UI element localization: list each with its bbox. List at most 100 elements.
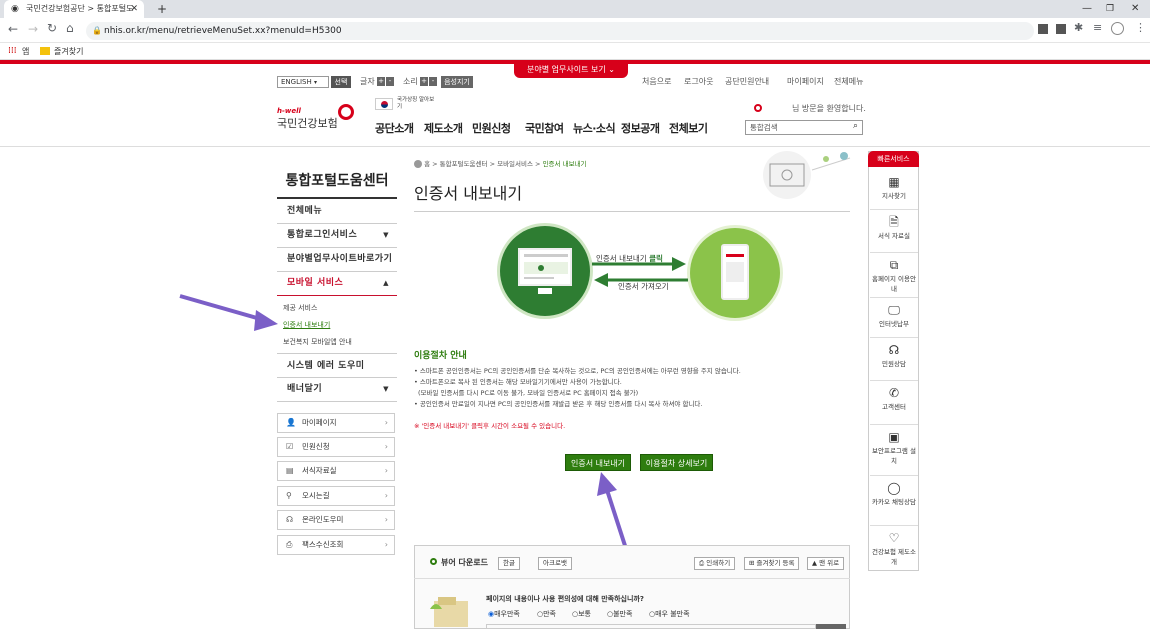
- browser-tab-bar: ◉ 국민건강보험공단 > 통합포털도 ✕ + — ❐ ✕: [0, 0, 1150, 18]
- gnb-civil[interactable]: 민원신청: [472, 120, 511, 136]
- flag-icon: [375, 98, 393, 110]
- logo-icon: [338, 104, 354, 120]
- quick-fax[interactable]: ⎙ 팩스수신조회 ›: [277, 535, 395, 555]
- survey-option-very-dissatisfied[interactable]: ○매우 불만족: [649, 609, 690, 619]
- quick-consult[interactable]: ☊ 민원상담: [870, 338, 918, 381]
- sub-item-service[interactable]: 제공 서비스: [283, 303, 317, 313]
- text-minus-icon[interactable]: -: [386, 77, 394, 86]
- survey-option-dissatisfied[interactable]: ○불만족: [607, 609, 632, 619]
- link-home[interactable]: 처음으로: [642, 76, 671, 88]
- sound-minus-icon[interactable]: -: [429, 77, 437, 86]
- breadcrumb-portal[interactable]: 통합포털도움센터: [440, 160, 488, 168]
- maximize-icon[interactable]: ❐: [1106, 0, 1114, 18]
- viewer-acrobat-button[interactable]: 아크로뱃: [538, 557, 572, 570]
- survey-submit-button[interactable]: [816, 624, 846, 629]
- viewer-hangul-button[interactable]: 한글: [498, 557, 520, 570]
- bookmark-favorites[interactable]: 즐겨찾기: [54, 43, 83, 60]
- sub-item-welfare-app[interactable]: 보건복지 모바일앱 안내: [283, 337, 352, 347]
- forward-icon[interactable]: →: [28, 22, 38, 36]
- reload-icon[interactable]: ↻: [47, 21, 57, 35]
- gnb-public-info[interactable]: 정보공개: [621, 120, 660, 136]
- reading-list-icon[interactable]: ≡: [1093, 21, 1102, 34]
- survey-option-label: 보통: [578, 610, 591, 618]
- voice-button[interactable]: 음성지기: [441, 76, 473, 88]
- home-icon[interactable]: ⌂: [66, 21, 74, 35]
- quick-mypage[interactable]: 👤 마이페이지 ›: [277, 413, 395, 433]
- text-plus-icon[interactable]: +: [377, 77, 385, 86]
- viewer-title: 뷰어 다운로드: [441, 558, 488, 567]
- sidebar-item-business[interactable]: 분야별업무사이트바로가기: [277, 247, 397, 272]
- link-logout[interactable]: 로그아웃: [684, 76, 713, 88]
- language-select-button[interactable]: 선택: [331, 76, 351, 88]
- menu-icon[interactable]: ⋮: [1135, 21, 1146, 34]
- business-site-button[interactable]: 분야별 업무사이트 보기 ⌄: [514, 62, 628, 78]
- survey-option-very-satisfied[interactable]: ◉매우만족: [488, 609, 520, 619]
- sidebar-item-error-help[interactable]: 시스템 에러 도우미: [277, 353, 397, 378]
- page-title: 인증서 내보내기: [414, 184, 523, 203]
- survey-option-satisfied[interactable]: ○만족: [537, 609, 556, 619]
- browser-tab[interactable]: ◉ 국민건강보험공단 > 통합포털도 ✕: [4, 0, 144, 18]
- bookmark-apps[interactable]: 앱: [22, 43, 29, 60]
- quick-civil[interactable]: ☑ 민원신청 ›: [277, 437, 395, 457]
- top-label: 맨 위로: [819, 559, 840, 567]
- window-close-icon[interactable]: ✕: [1131, 0, 1139, 18]
- minimize-icon[interactable]: —: [1082, 0, 1092, 18]
- gnb-view-all[interactable]: 전체보기: [669, 120, 708, 136]
- sidebar-item-all-menu[interactable]: 전체메뉴: [277, 199, 397, 224]
- sound-plus-icon[interactable]: +: [420, 77, 428, 86]
- gnb-about[interactable]: 공단소개: [375, 120, 414, 136]
- pages-icon: ⧉: [889, 258, 899, 272]
- sidebar-item-login[interactable]: 통합로그인서비스 ▼: [277, 223, 397, 248]
- quick-insurance-system[interactable]: ♡ 건강보험 제도소개: [870, 526, 918, 571]
- extension-icon[interactable]: [1038, 24, 1048, 34]
- print-button[interactable]: ⎙ 인쇄하기: [694, 557, 736, 570]
- procedure-detail-button[interactable]: 이용절차 상세보기: [640, 454, 713, 471]
- favorite-button[interactable]: ⊞ 즐겨찾기 등록: [744, 557, 800, 570]
- breadcrumb-home[interactable]: 홈: [424, 160, 430, 168]
- bookmark-icon: ⊞: [749, 559, 755, 567]
- apps-icon[interactable]: ⁞⁞⁞: [8, 43, 17, 60]
- quick-security-program[interactable]: ▣ 보안프로그램 설치: [870, 425, 918, 476]
- quick-customer-center[interactable]: ✆ 고객센터: [870, 381, 918, 425]
- puzzle-icon[interactable]: ✱: [1074, 21, 1083, 34]
- export-cert-button[interactable]: 인증서 내보내기: [565, 454, 631, 471]
- folder-icon: [40, 47, 50, 55]
- quick-branch[interactable]: ▦ 지사찾기: [870, 170, 918, 210]
- top-button[interactable]: ▲ 맨 위로: [807, 557, 845, 570]
- link-civil-guide[interactable]: 공단민원안내: [725, 76, 769, 88]
- phone-circle: [690, 228, 780, 318]
- back-icon[interactable]: ←: [8, 22, 18, 36]
- quick-online-help[interactable]: ☊ 온라인도우미 ›: [277, 510, 395, 530]
- quick-directions[interactable]: ⚲ 오시는길 ›: [277, 486, 395, 506]
- quick-kakao-chat[interactable]: ◯ 카카오 채팅상담: [870, 476, 918, 526]
- survey-option-normal[interactable]: ○보통: [572, 609, 591, 619]
- quick-internet-pay[interactable]: 🖵 인터넷납부: [870, 298, 918, 338]
- language-select[interactable]: ENGLISH ▾: [277, 76, 329, 88]
- gnb-news[interactable]: 뉴스·소식: [573, 120, 616, 136]
- sidebar-item-mobile[interactable]: 모바일 서비스 ▲: [277, 271, 397, 296]
- quick-forms[interactable]: ▤ 서식자료실 ›: [277, 461, 395, 481]
- gnb-system[interactable]: 제도소개: [424, 120, 463, 136]
- sidebar-item-banner[interactable]: 배너달기 ▼: [277, 377, 397, 402]
- search-icon[interactable]: ⌕: [853, 121, 858, 131]
- gnb-participation[interactable]: 국민참여: [525, 120, 564, 136]
- note-text: 공인인증서 만료일이 지나면 PC의 공인인증서를 재발급 받은 후 해당 인증…: [419, 400, 703, 408]
- quick-right-label: 보안프로그램 설치: [872, 447, 916, 465]
- breadcrumb-mobile[interactable]: 모바일서비스: [497, 160, 533, 168]
- close-icon[interactable]: ✕: [130, 0, 138, 18]
- profile-avatar[interactable]: [1111, 22, 1124, 35]
- new-tab-button[interactable]: +: [157, 0, 167, 18]
- survey-comment-input[interactable]: [486, 624, 816, 629]
- quick-forms-right[interactable]: 🗎 서식 자료실: [870, 210, 918, 253]
- sub-item-export-cert[interactable]: 인증서 내보내기: [283, 320, 330, 330]
- search-input[interactable]: 통합검색 ⌕: [745, 120, 863, 135]
- quick-homepage-guide[interactable]: ⧉ 홈페이지 이용안내: [870, 253, 918, 298]
- extension-s-icon[interactable]: [1056, 24, 1066, 34]
- lock-icon: 🔒: [92, 26, 102, 35]
- document-search-icon: 🗎: [889, 215, 899, 229]
- address-bar[interactable]: 🔒 nhis.or.kr/menu/retrieveMenuSet.xx?men…: [86, 22, 1034, 40]
- link-all-menu[interactable]: 전체메뉴: [834, 76, 863, 88]
- language-value: ENGLISH: [281, 78, 312, 86]
- viewer-hangul-label: 한글: [503, 559, 515, 567]
- link-mypage[interactable]: 마이페이지: [787, 76, 824, 88]
